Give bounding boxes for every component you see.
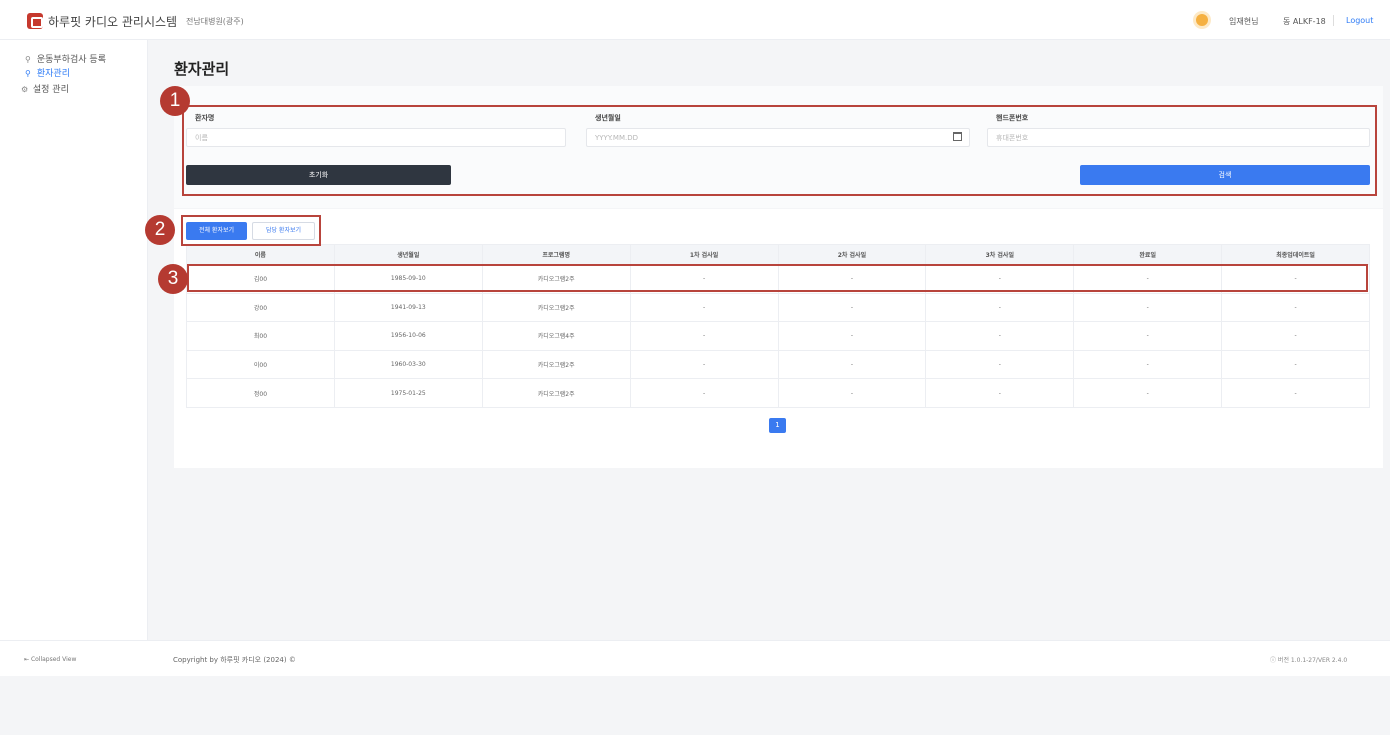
annotation-marker-3: 3 [158,264,188,294]
table-row[interactable]: 최00 1956-10-06 카디오그램4주 - - - - - [186,321,1370,351]
device-label: 동 ALKF-18 [1283,17,1326,26]
cell-birth: 1960-03-30 [333,349,483,380]
cell-test3: - [925,378,1075,408]
cell-complete: - [1073,292,1223,323]
sidebar [0,40,148,640]
col-complete: 완료일 [1073,244,1223,265]
cell-birth: 1956-10-06 [333,321,483,351]
pagination-page-button[interactable]: 1 [769,418,786,433]
table-row[interactable]: 강00 1941-09-13 카디오그램2주 - - - - - [186,292,1370,323]
annotation-box-search [182,105,1377,196]
cell-name: 정00 [186,378,335,408]
cell-test1: - [629,321,779,351]
cell-updated: - [1221,321,1370,351]
cell-updated: - [1221,349,1370,380]
annotation-box-row [187,264,1368,292]
cell-birth: 1941-09-13 [333,292,483,323]
cell-test2: - [777,349,927,380]
col-program: 프로그램명 [481,244,631,265]
col-name: 이름 [186,244,335,265]
cell-test3: - [925,292,1075,323]
app-title: 하루핏 카디오 관리시스템 [48,15,178,29]
cell-program: 카디오그램2주 [481,349,631,380]
info-icon: ⓘ [1270,657,1278,664]
cell-complete: - [1073,378,1223,408]
cell-test3: - [925,321,1075,351]
cell-program: 카디오그램2주 [481,292,631,323]
cell-updated: - [1221,378,1370,408]
cell-birth: 1975-01-25 [333,378,483,408]
cell-program: 카디오그램2주 [481,378,631,408]
cell-test2: - [777,321,927,351]
cell-updated: - [1221,292,1370,323]
sidebar-item-label: 설정 관리 [32,85,69,95]
col-birth: 생년월일 [333,244,483,265]
collapse-label: Collapsed View [30,656,77,663]
sidebar-item-label: 환자관리 [36,69,70,79]
user-icon: ⚲ [25,69,31,78]
cell-complete: - [1073,349,1223,380]
sidebar-item-settings[interactable]: ⚙ 설정 관리 [21,82,69,95]
collapse-icon: ⇤ [24,656,31,663]
version-text: ⓘ 버전 1.0.1-27/VER 2.4.0 [1270,655,1347,664]
table-row[interactable]: 이00 1960-03-30 카디오그램2주 - - - - - [186,349,1370,380]
table-header-row: 이름 생년월일 프로그램명 1차 검사일 2차 검사일 3차 검사일 완료일 최… [186,244,1370,265]
cell-program: 카디오그램4주 [481,321,631,351]
annotation-box-tabs [181,215,321,246]
cell-test2: - [777,292,927,323]
sidebar-item-label: 운동부하검사 등록 [36,55,106,65]
cell-name: 이00 [186,349,335,380]
hospital-name: 전남대병원(광주) [186,17,244,26]
col-test1: 1차 검사일 [629,244,779,265]
cell-test1: - [629,292,779,323]
version-label: 버전 1.0.1-27/VER 2.4.0 [1277,657,1348,664]
theme-toggle-icon[interactable] [1196,14,1208,26]
cell-test3: - [925,349,1075,380]
annotation-marker-2: 2 [145,215,175,245]
app-logo-icon [27,13,43,29]
cell-name: 강00 [186,292,335,323]
sidebar-item-patients[interactable]: ⚲ 환자관리 [25,66,70,79]
user-icon: ⚲ [25,55,31,64]
collapse-sidebar-button[interactable]: ⇤ Collapsed View [24,656,76,663]
logout-link[interactable]: Logout [1346,16,1373,25]
col-updated: 최종업데이트일 [1221,244,1370,265]
cell-complete: - [1073,321,1223,351]
col-test3: 3차 검사일 [925,244,1075,265]
sidebar-item-exercise-test[interactable]: ⚲ 운동부하검사 등록 [25,52,106,65]
annotation-marker-1: 1 [160,86,190,116]
copyright-text: Copyright by 하루핏 카디오 (2024) © [173,656,296,664]
cell-test1: - [629,349,779,380]
header-divider [1333,15,1334,26]
col-test2: 2차 검사일 [777,244,927,265]
cell-name: 최00 [186,321,335,351]
cell-test2: - [777,378,927,408]
user-name: 임재현님 [1229,17,1259,26]
table-row[interactable]: 정00 1975-01-25 카디오그램2주 - - - - - [186,378,1370,408]
cell-test1: - [629,378,779,408]
gear-icon: ⚙ [21,85,29,94]
page-title: 환자관리 [174,60,230,78]
